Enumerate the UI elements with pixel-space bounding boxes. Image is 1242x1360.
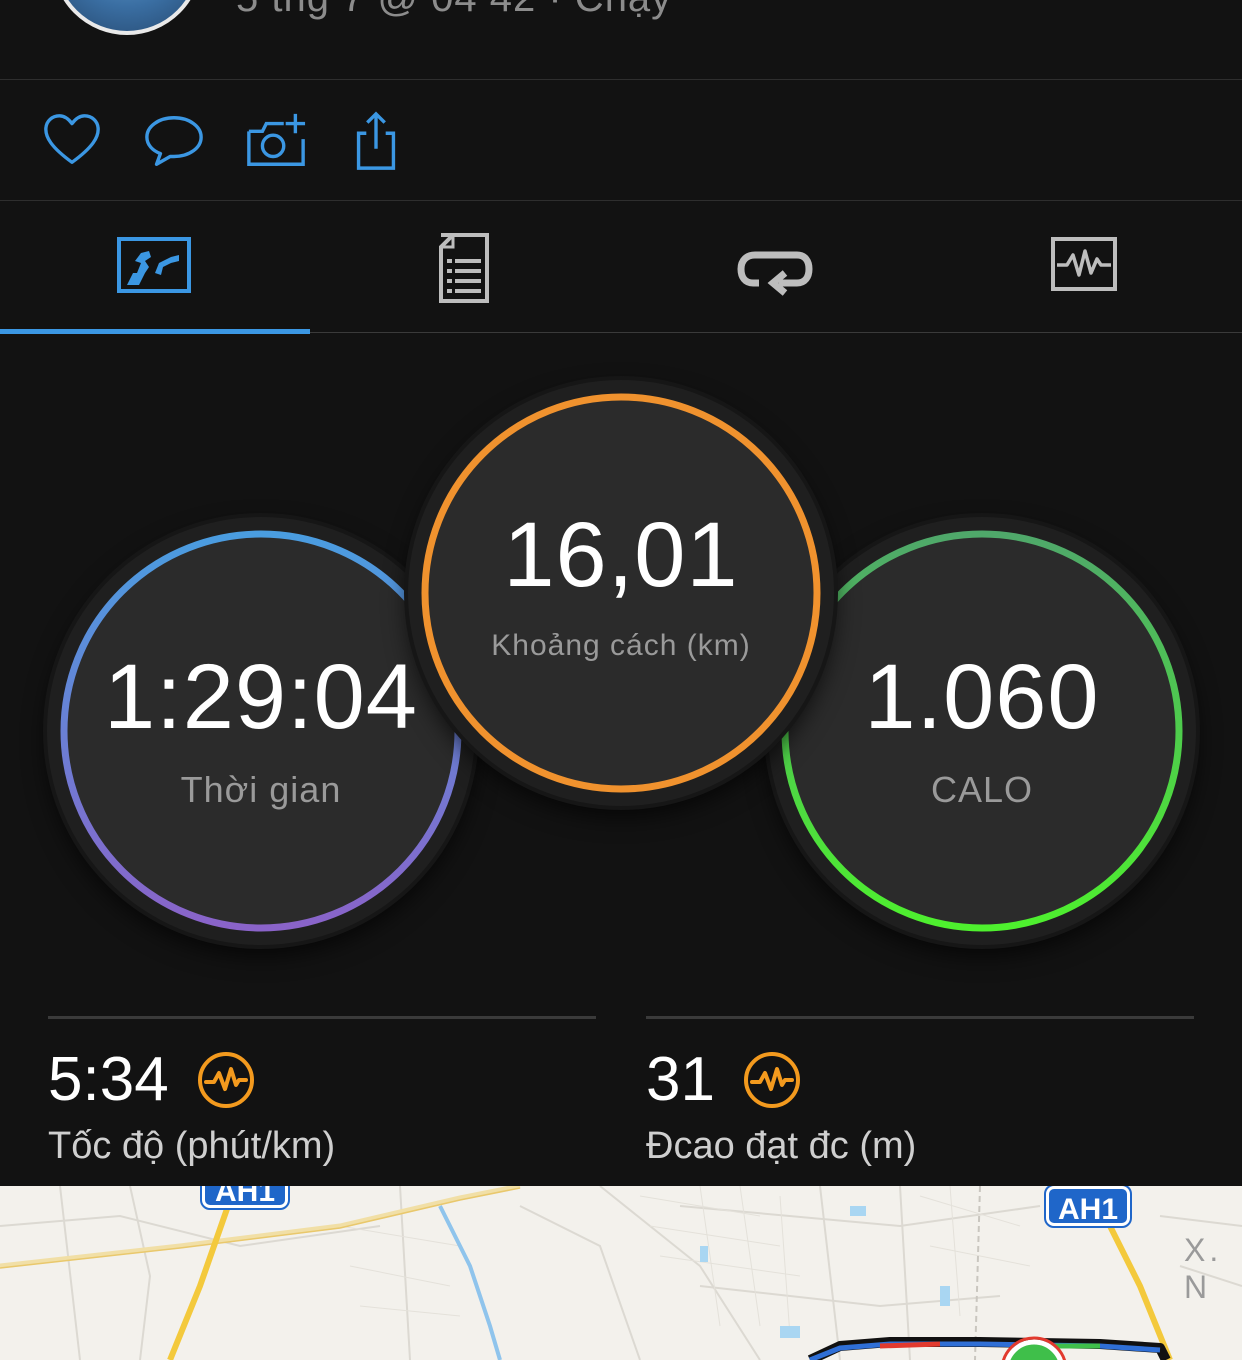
pace-value: 5:34 xyxy=(48,1045,169,1114)
time-label: Thời gian xyxy=(180,769,342,810)
elevation-value: 31 xyxy=(646,1045,715,1114)
activity-pulse-icon xyxy=(197,1052,254,1108)
activity-tabs xyxy=(0,202,1242,334)
pace-label: Tốc độ (phút/km) xyxy=(48,1125,336,1167)
route-map[interactable]: AH1 AH1 X. N xyxy=(0,1186,1242,1360)
avatar[interactable] xyxy=(52,0,202,35)
distance-value: 16,01 xyxy=(503,504,739,606)
map-overview-icon xyxy=(117,236,191,293)
calories-value: 1.060 xyxy=(864,646,1100,748)
heart-icon xyxy=(44,114,100,165)
distance-label: Khoảng cách (km) xyxy=(491,629,751,662)
waveform-chart-icon xyxy=(1051,236,1117,291)
repeat-icon xyxy=(737,251,813,296)
action-bar xyxy=(0,81,1242,201)
share-icon xyxy=(356,111,396,170)
time-value: 1:29:04 xyxy=(104,646,418,748)
activity-subtitle: 5 thg 7 @ 04 42 · Chạy xyxy=(236,0,672,21)
activity-pulse-icon xyxy=(743,1052,800,1108)
speech-bubble-icon xyxy=(145,116,203,166)
activity-header: 5 thg 7 @ 04 42 · Chạy xyxy=(0,0,1242,80)
share-button[interactable] xyxy=(344,109,408,173)
like-button[interactable] xyxy=(40,109,104,173)
highway-shield-right: AH1 xyxy=(1044,1186,1132,1228)
tab-charts[interactable] xyxy=(930,202,1240,333)
pace-stat[interactable]: 5:34 Tốc độ (phút/km) xyxy=(48,1016,596,1168)
map-place-label: X. N xyxy=(1184,1232,1223,1305)
tab-overview[interactable] xyxy=(0,202,310,334)
tab-laps[interactable] xyxy=(620,202,930,333)
elevation-stat[interactable]: 31 Đcao đạt đc (m) xyxy=(646,1016,1194,1168)
highway-shield-left: AH1 xyxy=(200,1186,290,1210)
distance-ring: 16,01 Khoảng cách (km) xyxy=(408,380,834,806)
camera-plus-icon xyxy=(247,113,306,166)
comment-button[interactable] xyxy=(142,109,206,173)
calories-label: CALO xyxy=(930,769,1034,810)
document-list-icon xyxy=(439,232,489,303)
tab-stats[interactable] xyxy=(310,202,620,333)
elevation-label: Đcao đạt đc (m) xyxy=(646,1125,917,1167)
add-photo-button[interactable] xyxy=(244,109,308,173)
